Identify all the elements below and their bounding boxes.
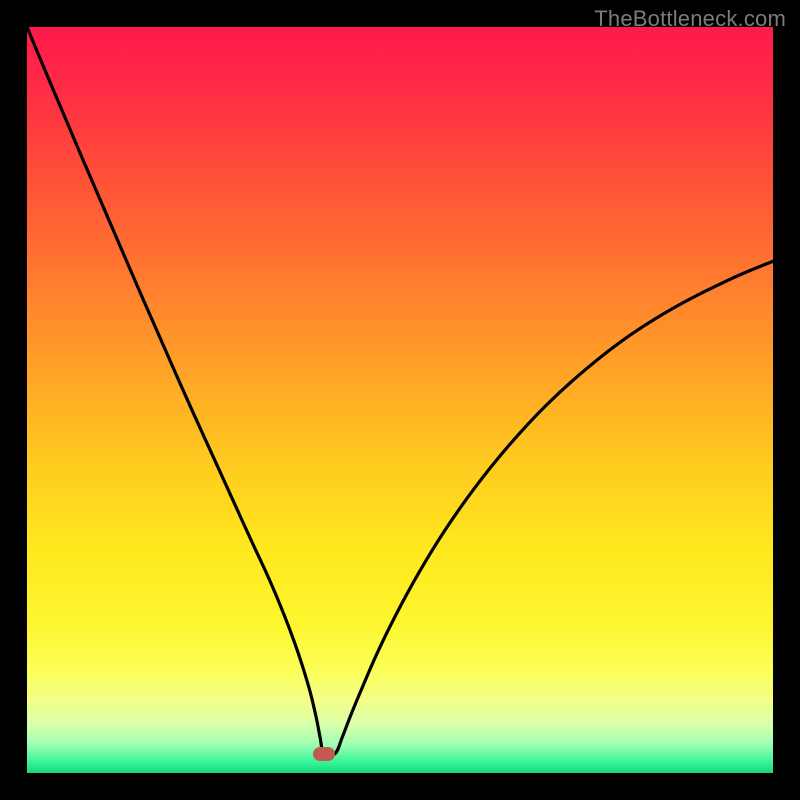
chart-svg — [27, 27, 773, 773]
chart-frame: TheBottleneck.com — [0, 0, 800, 800]
gradient-bg — [27, 27, 773, 773]
optimal-marker — [313, 747, 335, 761]
watermark-text: TheBottleneck.com — [594, 6, 786, 32]
plot-area — [27, 27, 773, 773]
